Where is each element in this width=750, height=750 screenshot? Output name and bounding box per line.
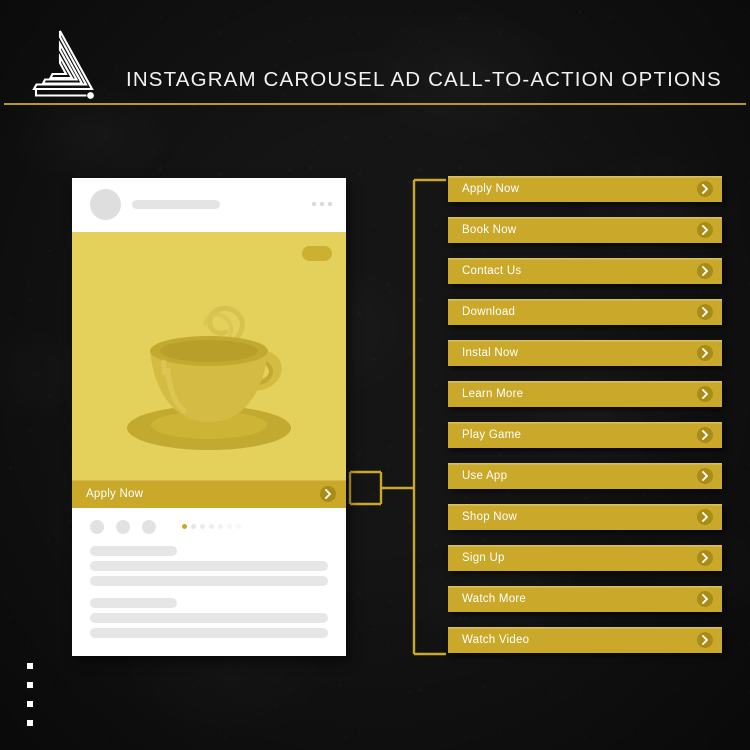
- comment-icon[interactable]: [116, 520, 130, 534]
- cta-option-label: Watch Video: [462, 634, 530, 646]
- chevron-right-icon[interactable]: [697, 550, 713, 566]
- avatar-placeholder-icon: [90, 189, 121, 220]
- chevron-right-icon[interactable]: [697, 509, 713, 525]
- decorative-square: [27, 682, 33, 688]
- page-title: INSTAGRAM CAROUSEL AD CALL-TO-ACTION OPT…: [126, 68, 722, 91]
- chevron-right-icon[interactable]: [697, 263, 713, 279]
- decorative-square-dots: [27, 663, 33, 726]
- cta-option-button[interactable]: Learn More: [448, 381, 722, 407]
- cta-option-label: Apply Now: [462, 183, 520, 195]
- carousel-dot[interactable]: [209, 524, 214, 529]
- carousel-dot[interactable]: [218, 524, 223, 529]
- decorative-square: [27, 663, 33, 669]
- carousel-dot[interactable]: [191, 524, 196, 529]
- cta-option-label: Shop Now: [462, 511, 518, 523]
- share-icon[interactable]: [142, 520, 156, 534]
- cta-option-button[interactable]: Use App: [448, 463, 722, 489]
- instagram-post-card: Apply Now: [72, 178, 346, 656]
- chevron-right-icon[interactable]: [697, 591, 713, 607]
- cta-option-button[interactable]: Sign Up: [448, 545, 722, 571]
- cta-option-button[interactable]: Contact Us: [448, 258, 722, 284]
- cta-option-label: Play Game: [462, 429, 522, 441]
- cta-option-button[interactable]: Download: [448, 299, 722, 325]
- post-cta-label: Apply Now: [86, 488, 144, 500]
- carousel-dot[interactable]: [182, 524, 187, 529]
- caption-placeholder: [90, 546, 328, 643]
- post-cta-bar[interactable]: Apply Now: [72, 480, 346, 508]
- cta-option-button[interactable]: Watch More: [448, 586, 722, 612]
- post-header: [72, 178, 346, 232]
- cta-option-button[interactable]: Instal Now: [448, 340, 722, 366]
- sponsored-badge: [302, 246, 332, 261]
- chevron-right-icon[interactable]: [697, 427, 713, 443]
- like-icon[interactable]: [90, 520, 104, 534]
- carousel-dot[interactable]: [200, 524, 205, 529]
- chevron-right-icon[interactable]: [697, 468, 713, 484]
- nested-triangle-logo-icon: [22, 27, 100, 101]
- carousel-dot[interactable]: [227, 524, 232, 529]
- cta-option-label: Download: [462, 306, 516, 318]
- cta-option-label: Book Now: [462, 224, 517, 236]
- cta-option-label: Contact Us: [462, 265, 522, 277]
- cta-option-label: Use App: [462, 470, 508, 482]
- carousel-dot[interactable]: [236, 524, 241, 529]
- cta-option-label: Sign Up: [462, 552, 505, 564]
- cta-option-button[interactable]: Shop Now: [448, 504, 722, 530]
- chevron-right-icon[interactable]: [697, 222, 713, 238]
- cta-option-label: Watch More: [462, 593, 527, 605]
- cta-option-button[interactable]: Apply Now: [448, 176, 722, 202]
- page-header: INSTAGRAM CAROUSEL AD CALL-TO-ACTION OPT…: [0, 0, 750, 112]
- chevron-right-icon[interactable]: [697, 386, 713, 402]
- more-options-icon[interactable]: [312, 202, 332, 206]
- post-action-icons[interactable]: [90, 520, 156, 534]
- chevron-right-icon[interactable]: [697, 345, 713, 361]
- cta-options-list: Apply Now Book Now Contact Us Download Insta…: [448, 176, 722, 668]
- decorative-square: [27, 701, 33, 707]
- header-divider: [4, 103, 746, 105]
- carousel-pagination[interactable]: [182, 524, 241, 529]
- cta-option-label: Learn More: [462, 388, 524, 400]
- cta-option-button[interactable]: Book Now: [448, 217, 722, 243]
- cta-option-button[interactable]: Watch Video: [448, 627, 722, 653]
- chevron-right-icon[interactable]: [697, 181, 713, 197]
- infographic-page: INSTAGRAM CAROUSEL AD CALL-TO-ACTION OPT…: [0, 0, 750, 750]
- decorative-square: [27, 720, 33, 726]
- chevron-right-icon[interactable]: [320, 486, 336, 502]
- post-footer: [72, 508, 346, 656]
- username-placeholder: [132, 200, 220, 209]
- cta-option-label: Instal Now: [462, 347, 519, 359]
- post-image: [72, 232, 346, 480]
- chevron-right-icon[interactable]: [697, 304, 713, 320]
- chevron-right-icon[interactable]: [697, 632, 713, 648]
- cta-option-button[interactable]: Play Game: [448, 422, 722, 448]
